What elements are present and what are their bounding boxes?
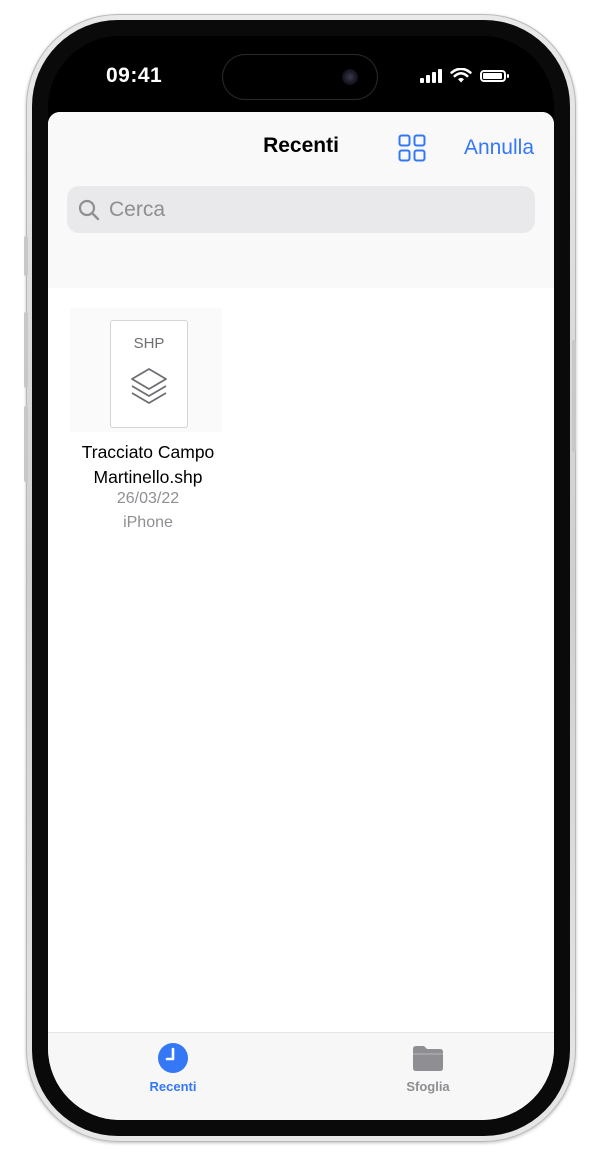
navigation-header: Recenti Annulla — [48, 112, 554, 288]
status-bar: 09:41 — [48, 36, 554, 112]
layers-icon — [131, 368, 167, 404]
grid-view-button[interactable] — [398, 134, 426, 162]
tab-bar: Recenti Sfoglia — [48, 1032, 554, 1120]
wifi-icon — [450, 68, 472, 83]
tab-sfoglia[interactable]: Sfoglia — [368, 1041, 488, 1094]
file-type-label: SHP — [133, 335, 165, 352]
folder-icon — [413, 1046, 443, 1071]
status-time: 09:41 — [106, 64, 163, 87]
volume-down-button — [24, 406, 28, 482]
volume-up-button — [24, 312, 28, 388]
dynamic-island — [222, 54, 378, 100]
file-thumbnail: SHP — [110, 320, 188, 428]
power-button — [572, 340, 576, 452]
file-picker-sheet: Recenti Annulla Cerca SHP Tracciato Camp… — [48, 112, 554, 1120]
action-button — [24, 236, 28, 276]
search-bar[interactable] — [67, 186, 535, 233]
grid-view-icon — [398, 134, 426, 162]
file-name: Tracciato Campo Martinello.shp — [81, 442, 215, 487]
recent-files-grid: SHP Tracciato Campo Martinello.shp 26/03… — [48, 288, 554, 1032]
cancel-button[interactable]: Annulla — [464, 136, 534, 160]
status-icons — [420, 68, 509, 84]
tab-label: Sfoglia — [406, 1079, 450, 1094]
search-input[interactable] — [107, 196, 511, 223]
clock-icon — [158, 1043, 188, 1073]
cellular-signal-icon — [420, 69, 442, 83]
battery-icon — [480, 70, 509, 82]
file-location: iPhone — [123, 514, 173, 531]
search-icon — [78, 199, 100, 220]
tab-recenti[interactable]: Recenti — [113, 1041, 233, 1094]
tab-label: Recenti — [149, 1079, 197, 1094]
camera-icon — [342, 69, 358, 85]
phone-screen: 09:41 Recenti Annulla Cerca SHP Tracciat… — [48, 36, 554, 1120]
file-date: 26/03/22 — [116, 490, 180, 507]
